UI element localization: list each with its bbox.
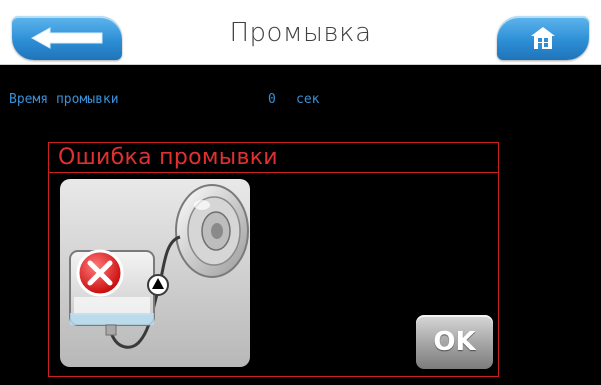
- flush-time-unit: сек: [296, 92, 320, 107]
- flush-time-label: Время промывки: [9, 92, 119, 107]
- screen: Промывка Время промывки 0 сек Ошибка про…: [0, 0, 601, 385]
- flow-direction-icon: [147, 274, 169, 296]
- dialog-title: Ошибка промывки: [58, 145, 278, 170]
- dialog-title-bar: Ошибка промывки: [49, 143, 498, 173]
- ok-button[interactable]: OK: [416, 315, 493, 369]
- home-icon: [531, 27, 555, 49]
- home-button[interactable]: [497, 16, 589, 60]
- flush-error-illustration: [60, 179, 250, 367]
- valve-disc-icon: [175, 184, 249, 278]
- error-dialog: Ошибка промывки OK: [48, 142, 499, 377]
- header-bar: Промывка: [0, 0, 601, 65]
- error-icon: [76, 249, 124, 297]
- flush-time-value: 0: [268, 92, 276, 107]
- flush-time-row: Время промывки 0 сек: [9, 92, 569, 112]
- flush-diagram: [69, 184, 249, 349]
